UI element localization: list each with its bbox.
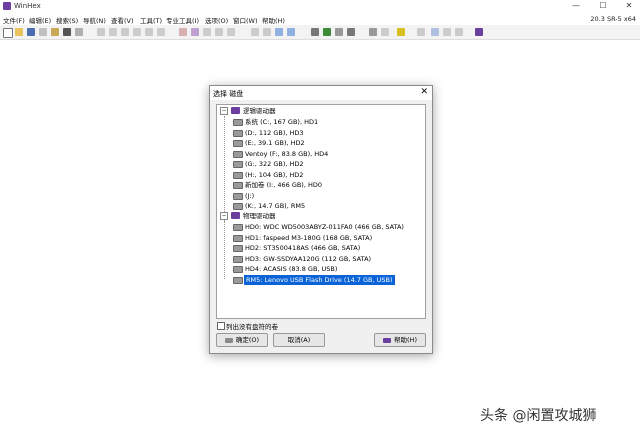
disk-editor-icon[interactable] [311, 28, 319, 36]
drive-icon [233, 119, 243, 126]
drive-icon [233, 140, 243, 147]
dialog-titlebar: 选择 磁盘 ✕ [210, 86, 432, 100]
menu-help[interactable]: 帮助(H) [262, 15, 285, 25]
drive-icon [233, 150, 243, 158]
select-disk-dialog: 选择 磁盘 ✕ − 逻辑驱动器 系统 (C:, 167 GB), HD1 (D:… [209, 85, 433, 354]
undo-icon[interactable] [97, 28, 105, 36]
menu-tools[interactable]: 工具(T) [140, 15, 162, 25]
hard-disk-icon [233, 245, 243, 252]
cancel-button-label: 取消(A) [287, 336, 311, 344]
disk-icon [224, 337, 233, 343]
menu-bar: 文件(F) 编辑(E) 搜索(S) 导航(N) 查看(V) 工具(T) 专业工具… [0, 13, 640, 25]
usb-drive-icon [233, 203, 243, 210]
version-label: 20.3 SR-5 x64 [590, 15, 636, 23]
drive-icon [233, 182, 243, 189]
about-icon[interactable] [475, 28, 483, 36]
menu-navigate[interactable]: 导航(N) [83, 15, 106, 25]
logical-drives-label: 逻辑驱动器 [243, 107, 276, 115]
replace-text-icon[interactable] [203, 28, 211, 36]
logical-drives-icon [231, 107, 240, 114]
collapse-logical-toggle[interactable]: − [220, 107, 228, 115]
template-icon[interactable] [443, 28, 451, 36]
show-volumes-label: 列出没有盘符的卷 [226, 323, 278, 331]
physical-drives-label: 物理驱动器 [243, 212, 276, 220]
cut-icon[interactable] [109, 28, 117, 36]
drive-icon [233, 192, 243, 200]
collapse-physical-toggle[interactable]: − [220, 212, 228, 220]
ok-button-label: 确定(O) [235, 336, 260, 344]
go-forward-icon[interactable] [275, 28, 283, 36]
drive-icon [233, 129, 243, 137]
hard-disk-icon [233, 266, 243, 273]
print-icon[interactable] [39, 28, 47, 36]
help-book-icon [383, 337, 392, 343]
tree-line-physical [224, 219, 225, 279]
drive-icon [233, 171, 243, 179]
close-button[interactable]: ✕ [620, 0, 638, 12]
watermark: 头条 @闲置攻城狮 [480, 408, 597, 424]
go-back-icon[interactable] [263, 28, 271, 36]
open-folder-icon[interactable] [15, 28, 23, 36]
disk-clone-icon[interactable] [335, 28, 343, 36]
winhex-logo-icon [3, 2, 11, 10]
dialog-close-icon[interactable]: ✕ [420, 87, 428, 97]
find-again-icon[interactable] [227, 28, 235, 36]
window-title: WinHex [14, 2, 41, 10]
hard-disk-icon [233, 234, 243, 242]
save-icon[interactable] [27, 28, 35, 36]
paste-block-icon[interactable] [145, 28, 153, 36]
ram-editor-icon[interactable] [323, 28, 331, 36]
menu-search[interactable]: 搜索(S) [56, 15, 78, 25]
copy-icon[interactable] [121, 28, 129, 36]
maximize-button[interactable]: ☐ [594, 0, 612, 12]
drive-icon [233, 161, 243, 168]
disk-tree[interactable]: − 逻辑驱动器 系统 (C:, 167 GB), HD1 (D:, 112 GB… [216, 104, 426, 319]
tree-line-logical [224, 116, 225, 222]
hard-disk-icon [233, 224, 243, 231]
ok-button[interactable]: 确定(O) [216, 333, 268, 347]
image-icon[interactable] [347, 28, 355, 36]
context-help-icon[interactable] [455, 28, 463, 36]
toolbar [0, 25, 640, 40]
properties-icon[interactable] [51, 28, 59, 36]
paste-icon[interactable] [133, 28, 141, 36]
table-icon[interactable] [417, 28, 425, 36]
cancel-button[interactable]: 取消(A) [273, 333, 325, 347]
write-icon[interactable] [157, 28, 165, 36]
window-titlebar: WinHex — ☐ ✕ [0, 0, 640, 12]
calculator-icon[interactable] [369, 28, 377, 36]
help-button-label: 帮助(H) [394, 336, 417, 344]
hard-disk-icon [233, 255, 243, 263]
show-volumes-checkbox[interactable] [217, 322, 225, 330]
hash-icon[interactable] [381, 28, 389, 36]
analyze-icon[interactable] [397, 28, 405, 36]
menu-file[interactable]: 文件(F) [3, 15, 25, 25]
physical-drives-icon [231, 212, 240, 219]
menu-window[interactable]: 窗口(W) [233, 15, 258, 25]
grid-view-icon[interactable] [431, 28, 439, 36]
goto-sector-icon[interactable] [287, 28, 295, 36]
new-file-icon[interactable] [3, 28, 13, 38]
menu-pro-tools[interactable]: 专业工具(I) [166, 15, 199, 25]
menu-view[interactable]: 查看(V) [111, 15, 134, 25]
usb-drive-icon [233, 276, 243, 284]
find-hex-icon[interactable] [191, 28, 199, 36]
open-disk-icon[interactable] [75, 28, 83, 36]
dialog-title: 选择 磁盘 [213, 90, 244, 98]
menu-edit[interactable]: 编辑(E) [29, 15, 51, 25]
run-icon[interactable] [63, 28, 71, 36]
help-button[interactable]: 帮助(H) [374, 333, 426, 347]
replace-hex-icon[interactable] [215, 28, 223, 36]
menu-options[interactable]: 选项(O) [205, 15, 228, 25]
find-text-icon[interactable] [179, 28, 187, 36]
minimize-button[interactable]: — [567, 0, 585, 12]
goto-offset-icon[interactable] [251, 28, 259, 36]
